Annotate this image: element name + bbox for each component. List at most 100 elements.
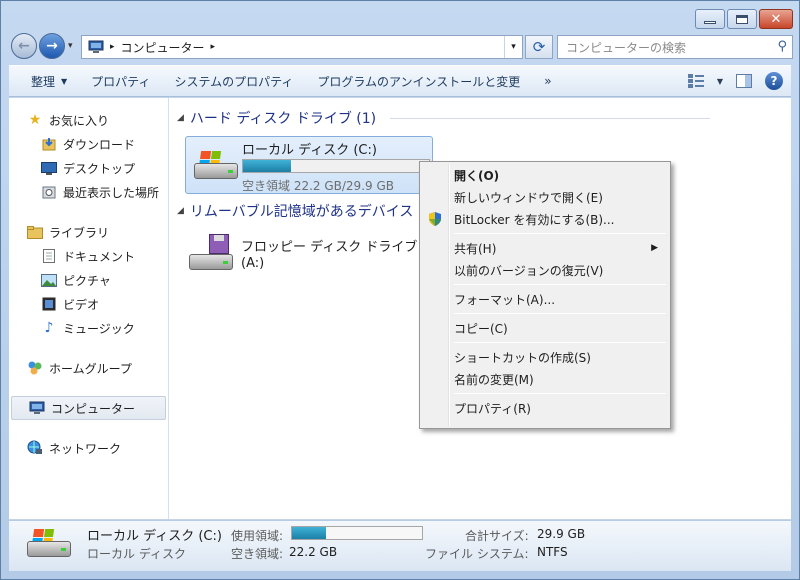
drive-free-space: 空き領域 22.2 GB/29.9 GB <box>242 179 394 193</box>
sidebar-label: ピクチャ <box>63 273 111 288</box>
sidebar-item-recent[interactable]: 最近表示した場所 <box>9 180 168 204</box>
back-button[interactable]: ← <box>11 33 37 59</box>
organize-label: 整理 <box>31 74 56 89</box>
system-properties-button[interactable]: システムのプロパティ <box>162 69 305 93</box>
preview-pane-button[interactable] <box>733 70 755 92</box>
menu-item-bitlocker[interactable]: BitLocker を有効にする(B)... <box>422 208 668 230</box>
minimize-icon <box>704 20 716 24</box>
details-usage-bar <box>291 526 423 540</box>
details-used-label: 使用領域: <box>231 529 284 543</box>
command-bar: 整理 ▼ プロパティ システムのプロパティ プログラムのアンインストールと変更 »… <box>9 65 791 97</box>
details-free-value: 22.2 GB <box>289 545 338 559</box>
menu-item-open[interactable]: 開く(O) <box>422 164 668 186</box>
minimize-button[interactable] <box>695 9 725 29</box>
navigation-pane: ★ お気に入り ダウンロード デスクトップ 最近表示した場所 ライブラリ ドキュ… <box>9 98 169 519</box>
sidebar-label: ダウンロード <box>63 137 136 152</box>
sidebar-label: ライブラリ <box>49 225 110 240</box>
homegroup-icon <box>27 360 43 376</box>
address-bar[interactable]: ▸ コンピューター ▸ ▾ <box>81 35 523 59</box>
search-icon[interactable]: ⚲ <box>777 39 787 54</box>
usage-fill <box>243 160 292 172</box>
group-header-removable[interactable]: ◢ リムーバブル記憶域があるデバイス <box>177 200 413 222</box>
more-commands-button[interactable]: » <box>532 69 563 93</box>
sidebar-item-homegroup[interactable]: ホームグループ <box>9 356 168 380</box>
menu-item-share[interactable]: 共有(H) ▶ <box>422 237 668 259</box>
address-separator[interactable]: ▸ <box>110 42 115 52</box>
document-icon <box>41 248 57 264</box>
sidebar-item-documents[interactable]: ドキュメント <box>9 244 168 268</box>
details-drive-name: ローカル ディスク (C:) <box>87 529 222 544</box>
menu-label: 以前のバージョンの復元(V) <box>454 263 604 278</box>
menu-item-copy[interactable]: コピー(C) <box>422 317 668 339</box>
menu-label: 名前の変更(M) <box>454 372 534 387</box>
change-view-button[interactable] <box>685 70 707 92</box>
breadcrumb-computer[interactable]: コンピューター <box>121 39 205 56</box>
refresh-button[interactable]: ⟳ <box>525 35 553 59</box>
group-header-label: ハード ディスク ドライブ (1) <box>189 111 377 127</box>
view-controls: ▼ ? <box>685 70 783 92</box>
details-total-label: 合計サイズ: <box>465 529 529 543</box>
preview-pane-icon <box>736 74 752 88</box>
menu-separator <box>454 284 666 285</box>
forward-button[interactable]: → <box>39 33 65 59</box>
group-header-hdd[interactable]: ◢ ハード ディスク ドライブ (1) <box>177 107 711 129</box>
sidebar-label: ドキュメント <box>63 249 136 264</box>
menu-separator <box>454 313 666 314</box>
sidebar-item-pictures[interactable]: ピクチャ <box>9 268 168 292</box>
collapse-arrow-icon[interactable]: ◢ <box>177 206 184 216</box>
uninstall-button[interactable]: プログラムのアンインストールと変更 <box>305 69 532 93</box>
music-note-icon: ♪ <box>44 320 54 336</box>
menu-label: 共有(H) <box>454 241 497 256</box>
sidebar-item-downloads[interactable]: ダウンロード <box>9 132 168 156</box>
explorer-window: ✕ ← → ▾ ▸ コンピューター ▸ ▾ ⟳ コンピューターの検索 ⚲ 整理 ▼… <box>0 0 800 580</box>
sidebar-label: コンピューター <box>51 401 136 416</box>
chevron-down-icon: ▼ <box>61 76 68 86</box>
address-dropdown-icon[interactable]: ▾ <box>504 36 522 58</box>
help-icon[interactable]: ? <box>765 72 783 90</box>
floppy-drive-item[interactable]: フロッピー ディスク ドライブ (A:) <box>189 234 429 276</box>
organize-button[interactable]: 整理 ▼ <box>19 69 79 93</box>
recent-pages-dropdown[interactable]: ▾ <box>68 41 73 51</box>
star-icon: ★ <box>28 112 42 128</box>
pictures-icon <box>41 272 57 288</box>
sidebar-item-desktop[interactable]: デスクトップ <box>9 156 168 180</box>
maximize-button[interactable] <box>727 9 757 29</box>
menu-label: BitLocker を有効にする(B)... <box>454 212 615 227</box>
menu-item-rename[interactable]: 名前の変更(M) <box>422 368 668 390</box>
menu-item-restore-previous[interactable]: 以前のバージョンの復元(V) <box>422 259 668 281</box>
view-dropdown-icon[interactable]: ▼ <box>717 77 723 86</box>
menu-item-open-new-window[interactable]: 新しいウィンドウで開く(E) <box>422 186 668 208</box>
back-arrow-icon: ← <box>18 38 30 54</box>
sidebar-label: ホームグループ <box>49 361 132 376</box>
sidebar-item-computer[interactable]: コンピューター <box>11 396 166 420</box>
sidebar-label: ネットワーク <box>49 441 122 456</box>
properties-button[interactable]: プロパティ <box>79 69 162 93</box>
sidebar-item-libraries[interactable]: ライブラリ <box>9 220 168 244</box>
menu-label: 開く(O) <box>454 168 500 183</box>
menu-item-format[interactable]: フォーマット(A)... <box>422 288 668 310</box>
menu-item-create-shortcut[interactable]: ショートカットの作成(S) <box>422 346 668 368</box>
computer-icon <box>88 40 104 53</box>
collapse-arrow-icon[interactable]: ◢ <box>177 113 184 123</box>
window-controls: ✕ <box>695 9 793 29</box>
search-input[interactable]: コンピューターの検索 ⚲ <box>557 35 793 59</box>
group-header-label: リムーバブル記憶域があるデバイス <box>189 204 414 220</box>
network-icon <box>27 440 43 456</box>
sidebar-label: ミュージック <box>63 321 135 336</box>
sidebar-item-videos[interactable]: ビデオ <box>9 292 168 316</box>
close-button[interactable]: ✕ <box>759 9 793 29</box>
help-label: ? <box>770 74 778 88</box>
menu-separator <box>454 393 666 394</box>
drive-c-item[interactable]: ローカル ディスク (C:) 空き領域 22.2 GB/29.9 GB <box>185 136 433 194</box>
address-separator[interactable]: ▸ <box>211 42 216 52</box>
system-properties-label: システムのプロパティ <box>174 74 294 89</box>
submenu-arrow-icon: ▶ <box>651 243 658 253</box>
details-pane: ローカル ディスク (C:) ローカル ディスク 使用領域: 空き領域: 22.… <box>9 521 791 571</box>
hard-drive-icon <box>27 529 71 561</box>
sidebar-item-network[interactable]: ネットワーク <box>9 436 168 460</box>
sidebar-item-favorites[interactable]: ★ お気に入り <box>9 108 168 132</box>
menu-item-properties[interactable]: プロパティ(R) <box>422 397 668 419</box>
sidebar-item-music[interactable]: ♪ ミュージック <box>9 316 168 340</box>
